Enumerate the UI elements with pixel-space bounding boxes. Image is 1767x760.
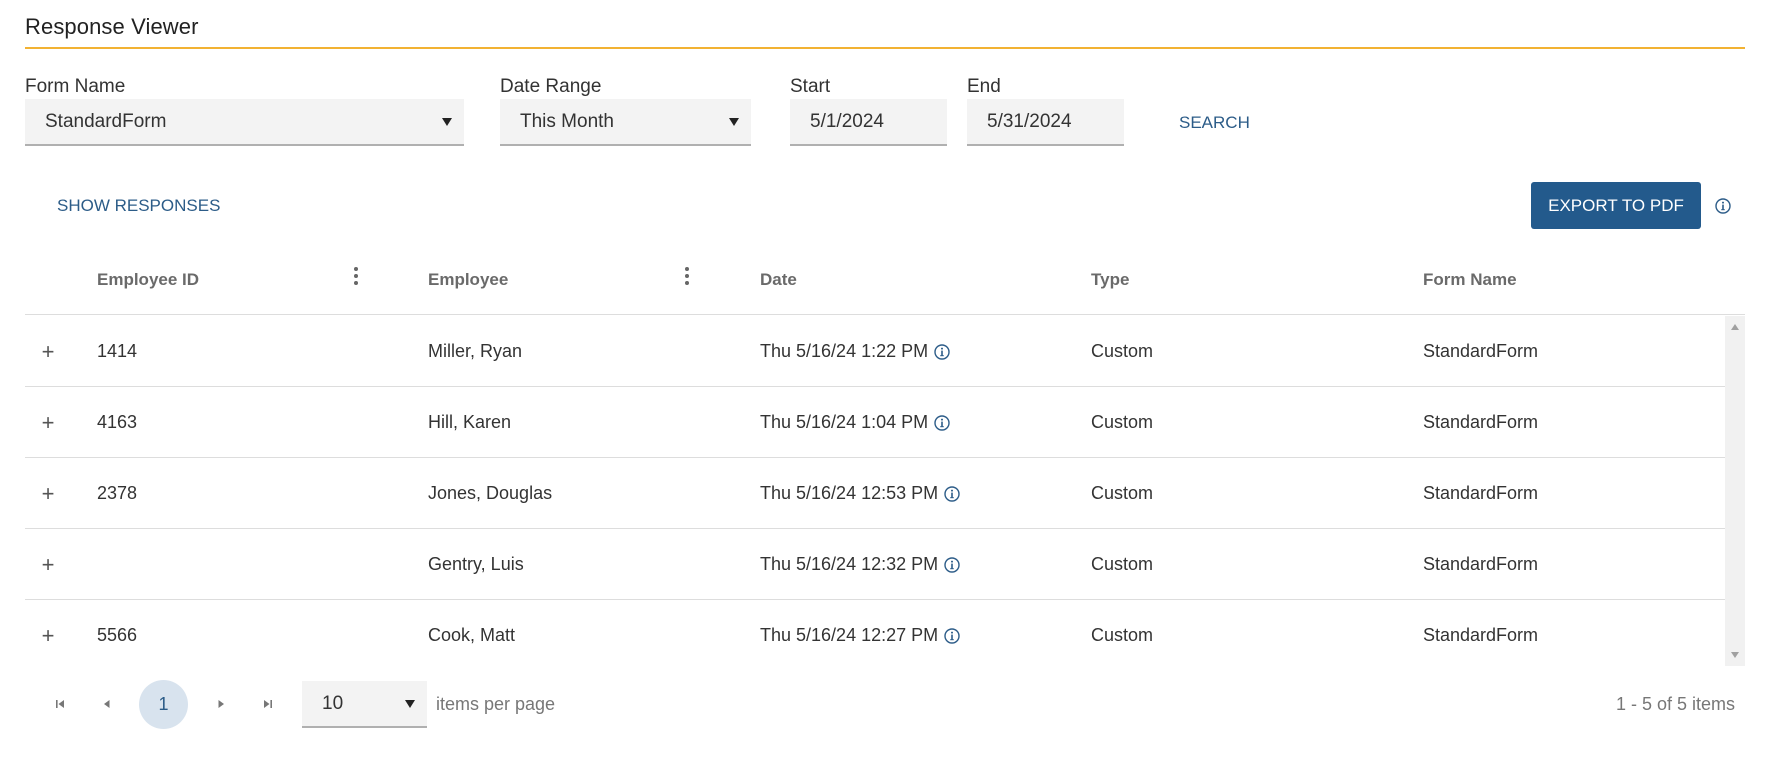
type-cell: Custom <box>1091 483 1154 503</box>
form-name-label: Form Name <box>25 76 126 97</box>
expand-plus-icon[interactable]: + <box>39 623 57 649</box>
info-circle-icon[interactable] <box>934 343 950 360</box>
form-name-cell: StandardForm <box>1423 625 1539 645</box>
start-date-value: 5/1/2024 <box>810 111 884 132</box>
caret-down-icon <box>405 700 415 708</box>
column-header-form-name[interactable]: Form Name <box>1423 270 1517 290</box>
export-pdf-button[interactable]: EXPORT TO PDF <box>1531 182 1701 229</box>
employee-id-cell: 4163 <box>97 412 138 432</box>
form-name-cell: StandardForm <box>1423 412 1539 432</box>
type-cell: Custom <box>1091 341 1154 361</box>
grid-header: Employee ID Employee Date Type Form Name <box>25 250 1745 315</box>
form-name-cell: StandardForm <box>1423 341 1539 361</box>
page-number-button[interactable]: 1 <box>139 680 188 729</box>
date-text: Thu 5/16/24 12:27 PM <box>760 625 939 645</box>
date-range-label: Date Range <box>500 76 602 97</box>
employee-id-cell: 5566 <box>97 625 138 645</box>
table-row[interactable]: + 5566 Cook, Matt Thu 5/16/24 12:27 PM C… <box>25 600 1725 666</box>
table-row[interactable]: + 1414 Miller, Ryan Thu 5/16/24 1:22 PM … <box>25 316 1725 387</box>
vertical-scrollbar[interactable] <box>1725 316 1745 666</box>
info-circle-icon[interactable] <box>944 627 960 644</box>
info-circle-icon[interactable] <box>934 414 950 431</box>
caret-down-icon <box>442 118 452 126</box>
items-per-page-label: items per page <box>436 694 556 714</box>
page-size-select[interactable]: 10 <box>302 681 427 728</box>
scroll-up-icon[interactable] <box>1731 324 1739 330</box>
start-date-input[interactable]: 5/1/2024 <box>790 99 947 146</box>
date-range-select[interactable]: This Month <box>500 99 751 146</box>
form-name-select[interactable]: StandardForm <box>25 99 464 146</box>
date-cell: Thu 5/16/24 1:04 PM <box>760 412 950 433</box>
employee-cell: Miller, Ryan <box>428 341 523 361</box>
form-name-cell: StandardForm <box>1423 554 1539 574</box>
form-name-cell: StandardForm <box>1423 483 1539 503</box>
table-row[interactable]: + 4163 Hill, Karen Thu 5/16/24 1:04 PM C… <box>25 387 1725 458</box>
info-circle-icon[interactable] <box>1715 198 1731 214</box>
type-cell: Custom <box>1091 554 1154 574</box>
search-button[interactable]: SEARCH <box>1179 113 1250 133</box>
table-row[interactable]: + 2378 Jones, Douglas Thu 5/16/24 12:53 … <box>25 458 1725 529</box>
page-size-value: 10 <box>322 693 344 714</box>
expand-plus-icon[interactable]: + <box>39 552 57 578</box>
employee-cell: Gentry, Luis <box>428 554 524 574</box>
column-header-type[interactable]: Type <box>1091 270 1129 290</box>
date-range-value: This Month <box>520 111 614 132</box>
expand-plus-icon[interactable]: + <box>39 481 57 507</box>
info-circle-icon[interactable] <box>944 485 960 502</box>
last-page-icon[interactable] <box>258 694 278 714</box>
date-cell: Thu 5/16/24 12:27 PM <box>760 625 960 646</box>
info-circle-icon[interactable] <box>944 556 960 573</box>
date-text: Thu 5/16/24 12:32 PM <box>760 554 939 574</box>
date-text: Thu 5/16/24 12:53 PM <box>760 483 939 503</box>
employee-cell: Cook, Matt <box>428 625 516 645</box>
show-responses-button[interactable]: SHOW RESPONSES <box>57 196 220 216</box>
table-row[interactable]: + Gentry, Luis Thu 5/16/24 12:32 PM Cust… <box>25 529 1725 600</box>
date-cell: Thu 5/16/24 12:32 PM <box>760 554 960 575</box>
date-text: Thu 5/16/24 1:22 PM <box>760 341 929 361</box>
employee-cell: Jones, Douglas <box>428 483 553 503</box>
employee-id-cell: 2378 <box>97 483 138 503</box>
end-date-label: End <box>967 76 1001 97</box>
type-cell: Custom <box>1091 625 1154 645</box>
expand-plus-icon[interactable]: + <box>39 410 57 436</box>
previous-page-icon[interactable] <box>97 694 117 714</box>
scroll-down-icon[interactable] <box>1731 652 1739 658</box>
page-title: Response Viewer <box>25 14 199 39</box>
title-divider <box>25 47 1745 49</box>
first-page-icon[interactable] <box>50 694 70 714</box>
form-name-value: StandardForm <box>45 111 167 132</box>
date-cell: Thu 5/16/24 1:22 PM <box>760 341 950 362</box>
date-text: Thu 5/16/24 1:04 PM <box>760 412 929 432</box>
type-cell: Custom <box>1091 412 1154 432</box>
grid-body: + 1414 Miller, Ryan Thu 5/16/24 1:22 PM … <box>25 316 1725 666</box>
column-header-date[interactable]: Date <box>760 270 797 290</box>
employee-id-cell: 1414 <box>97 341 138 361</box>
employee-cell: Hill, Karen <box>428 412 512 432</box>
start-date-label: Start <box>790 76 831 97</box>
column-header-employee[interactable]: Employee <box>428 270 508 290</box>
column-header-employee-id[interactable]: Employee ID <box>97 270 199 290</box>
more-vertical-icon[interactable] <box>354 267 358 285</box>
more-vertical-icon[interactable] <box>685 267 689 285</box>
caret-down-icon <box>729 118 739 126</box>
end-date-value: 5/31/2024 <box>987 111 1072 132</box>
next-page-icon[interactable] <box>211 694 231 714</box>
items-count: 1 - 5 of 5 items <box>1615 694 1735 714</box>
end-date-input[interactable]: 5/31/2024 <box>967 99 1124 146</box>
date-cell: Thu 5/16/24 12:53 PM <box>760 483 960 504</box>
expand-plus-icon[interactable]: + <box>39 339 57 365</box>
